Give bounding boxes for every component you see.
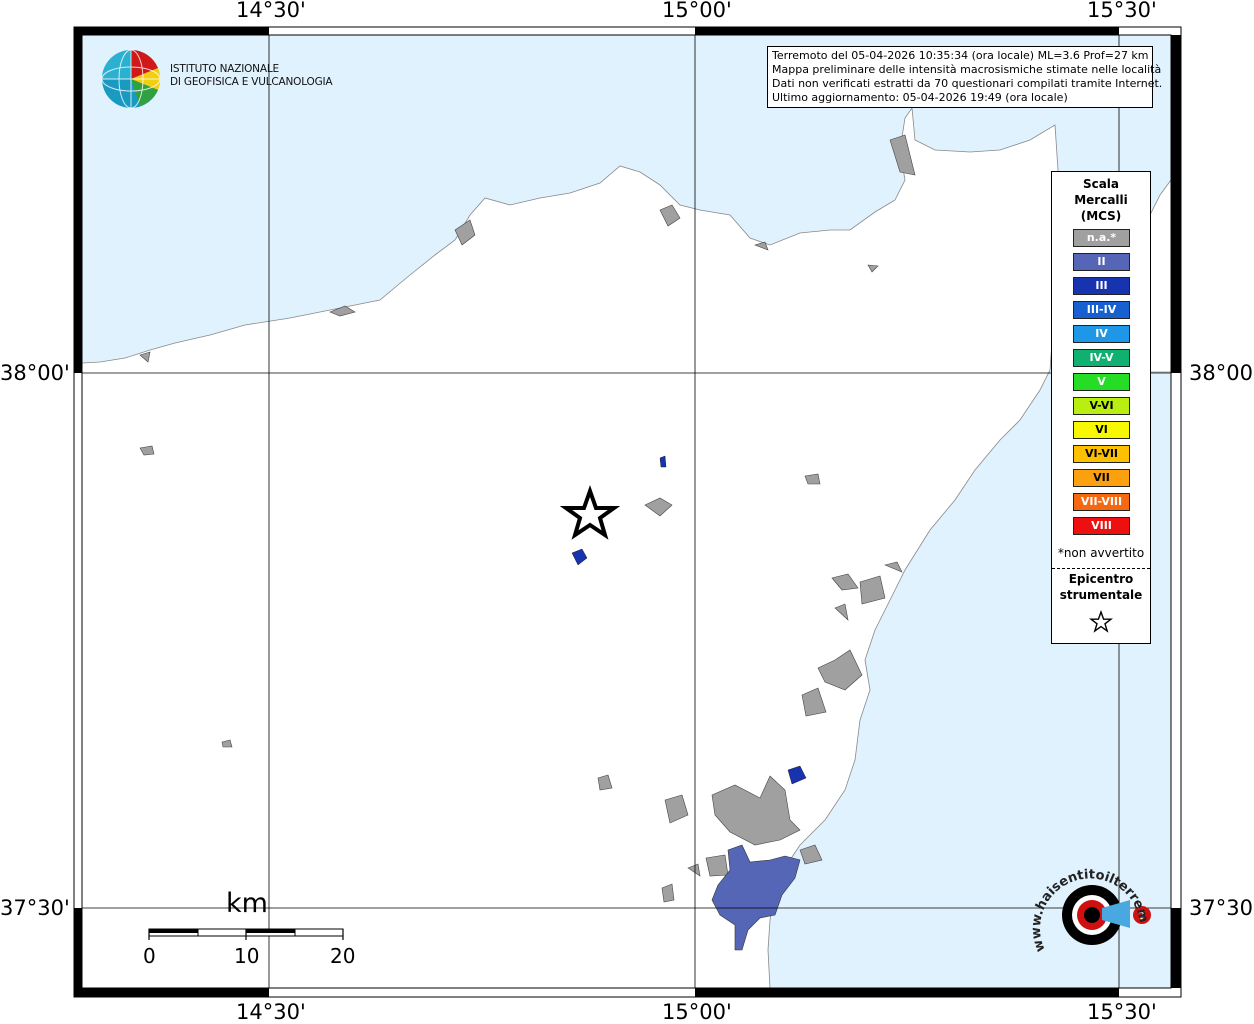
legend-epicenter-label2: strumentale xyxy=(1059,588,1143,602)
legend-swatch-v: V xyxy=(1073,373,1130,391)
logo-line1: ISTITUTO NAZIONALE xyxy=(170,63,279,75)
legend-star-icon xyxy=(1089,610,1113,633)
legend-divider xyxy=(1052,568,1150,569)
watermark-text: www.haisentitoilterremoto.it xyxy=(1025,855,1151,954)
scale-bar: km 0 10 20 xyxy=(140,888,370,970)
right-tick-38-00: 38°00' xyxy=(1189,361,1254,385)
legend-swatch-vii-viii: VII-VIII xyxy=(1073,493,1130,511)
scale-unit: km xyxy=(226,888,268,919)
legend-swatch-n-a: n.a.* xyxy=(1073,229,1130,247)
legend-title-mercalli: Mercalli xyxy=(1074,193,1128,207)
legend-swatch-vi: VI xyxy=(1073,421,1130,439)
logo-line2: DI GEOFISICA E VULCANOLOGIA xyxy=(170,76,333,88)
ingv-logo: ISTITUTO NAZIONALE DI GEOFISICA E VULCAN… xyxy=(100,48,340,112)
legend-title-mcs: (MCS) xyxy=(1080,209,1122,223)
top-tick-15-30: 15°30' xyxy=(1087,0,1157,22)
legend-swatch-v-vi: V-VI xyxy=(1073,397,1130,415)
legend-swatch-iv: IV xyxy=(1073,325,1130,343)
legend-swatch-viii: VIII xyxy=(1073,517,1130,535)
info-line4: Ultimo aggiornamento: 05-04-2026 19:49 (… xyxy=(772,91,1068,104)
legend-title-scala: Scala xyxy=(1082,177,1120,191)
bottom-tick-14-30: 14°30' xyxy=(236,1000,306,1024)
left-tick-37-30: 37°30' xyxy=(0,896,70,920)
globe-icon xyxy=(101,49,161,109)
scale-label-0: 0 xyxy=(143,944,156,968)
info-line3: Dati non verificati estratti da 70 quest… xyxy=(772,77,1163,90)
left-tick-38-00: 38°00' xyxy=(0,361,70,385)
intensity-legend: Scala Mercalli (MCS) n.a.* II III III-IV IV I… xyxy=(1051,171,1151,644)
legend-swatch-vi-vii: VI-VII xyxy=(1073,445,1130,463)
legend-swatch-vii: VII xyxy=(1073,469,1130,487)
bottom-tick-15-30: 15°30' xyxy=(1087,1000,1157,1024)
info-line2: Mappa preliminare delle intensità macros… xyxy=(772,63,1162,76)
legend-swatch-iii-iv: III-IV xyxy=(1073,301,1130,319)
legend-epicenter-label1: Epicentro xyxy=(1068,572,1134,586)
event-info-box: Terremoto del 05-04-2026 10:35:34 (ora l… xyxy=(767,46,1163,108)
info-line1: Terremoto del 05-04-2026 10:35:34 (ora l… xyxy=(772,49,1149,62)
svg-text:www.haisentitoilterremoto.it: www.haisentitoilterremoto.it xyxy=(1025,855,1151,954)
top-tick-14-30: 14°30' xyxy=(236,0,306,22)
scale-label-10: 10 xyxy=(234,944,260,968)
bottom-tick-15-00: 15°00' xyxy=(662,1000,732,1024)
legend-swatch-iii: III xyxy=(1073,277,1130,295)
legend-swatch-iv-v: IV-V xyxy=(1073,349,1130,367)
watermark-url: www.haisentitoilterremoto.it xyxy=(1025,855,1151,954)
top-tick-15-00: 15°00' xyxy=(662,0,732,22)
right-tick-37-30: 37°30' xyxy=(1189,896,1254,920)
legend-not-felt-note: *non avvertito xyxy=(1057,546,1145,560)
legend-swatch-ii: II xyxy=(1073,253,1130,271)
scale-label-20: 20 xyxy=(330,944,356,968)
